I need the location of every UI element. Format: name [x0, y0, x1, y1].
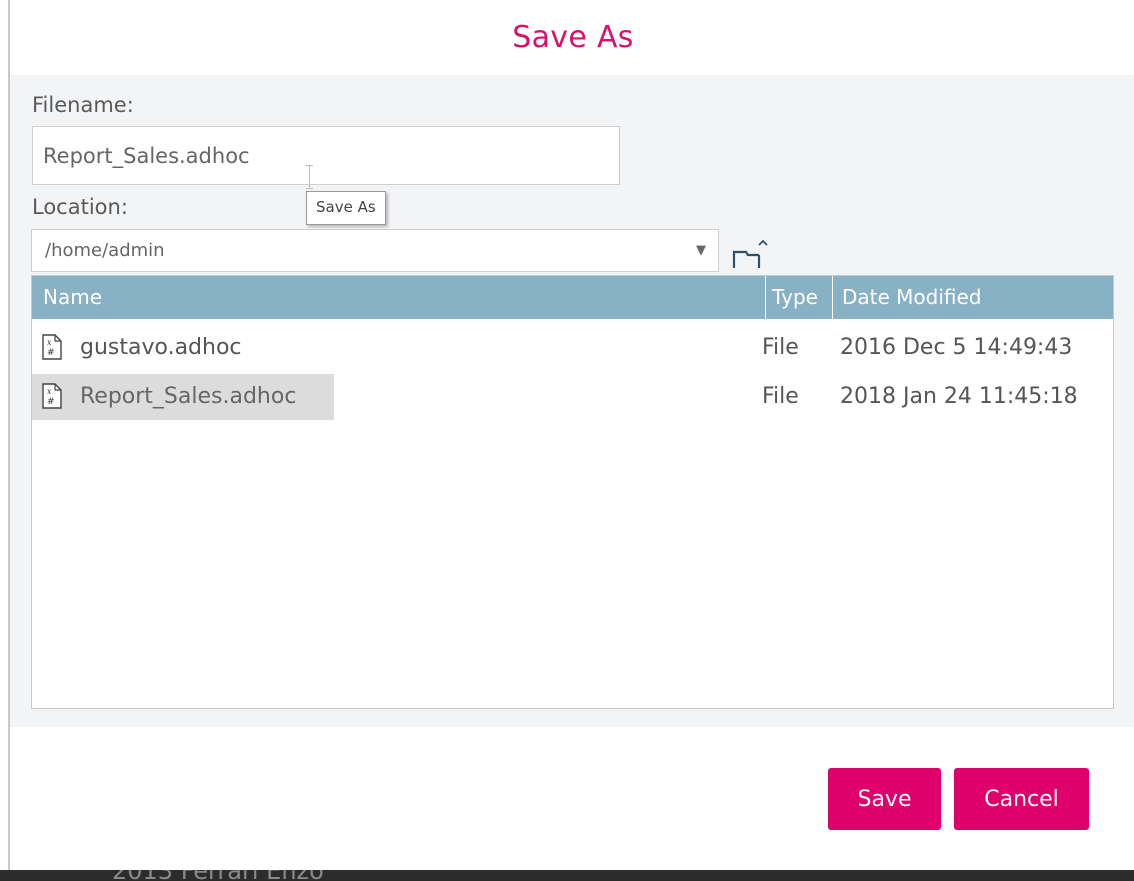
dialog-content: Filename: Save As Location: /home/admin …	[10, 75, 1134, 727]
file-name-cell[interactable]: x # Report_Sales.adhoc	[32, 374, 334, 420]
location-select[interactable]: /home/admin ▼	[31, 229, 719, 272]
filename-label: Filename:	[32, 93, 134, 117]
svg-text:#: #	[47, 348, 55, 358]
column-divider	[832, 276, 833, 319]
file-name: Report_Sales.adhoc	[80, 384, 297, 409]
file-date-modified: 2016 Dec 5 14:49:43	[840, 335, 1073, 360]
background-text: 2013 Ferrari Enzo	[112, 870, 324, 881]
list-header: Name Type Date Modified	[32, 276, 1113, 319]
file-icon: x #	[42, 334, 62, 360]
svg-text:x: x	[47, 338, 52, 347]
file-row[interactable]: x # gustavo.adhoc File 2016 Dec 5 14:49:…	[32, 325, 1113, 371]
column-divider	[765, 276, 766, 319]
save-button[interactable]: Save	[828, 768, 941, 830]
location-value: /home/admin	[45, 240, 165, 261]
dropdown-arrow-icon: ▼	[696, 243, 706, 258]
location-label: Location:	[32, 195, 128, 219]
filename-input[interactable]	[32, 126, 620, 185]
file-row-selected[interactable]: x # Report_Sales.adhoc File 2018 Jan 24 …	[32, 374, 1113, 420]
file-type: File	[762, 335, 799, 360]
file-list: Name Type Date Modified x # gustavo.adho…	[31, 275, 1114, 709]
file-date-modified: 2018 Jan 24 11:45:18	[840, 384, 1078, 409]
file-name: gustavo.adhoc	[80, 335, 242, 360]
up-folder-icon[interactable]	[732, 239, 768, 269]
svg-text:x: x	[47, 387, 52, 396]
column-header-name[interactable]: Name	[43, 276, 102, 319]
tooltip: Save As	[306, 191, 386, 225]
cancel-button[interactable]: Cancel	[954, 768, 1089, 830]
background-page-strip: 2013 Ferrari Enzo	[0, 870, 1134, 881]
text-cursor-icon	[306, 165, 313, 189]
column-header-type[interactable]: Type	[772, 276, 818, 319]
dialog-title: Save As	[512, 20, 634, 55]
save-as-dialog: Save As Filename: Save As Location: /hom…	[8, 0, 1134, 870]
file-type: File	[762, 384, 799, 409]
file-name-cell[interactable]: x # gustavo.adhoc	[32, 325, 242, 371]
svg-text:#: #	[47, 397, 55, 407]
file-icon: x #	[42, 383, 62, 409]
column-header-date-modified[interactable]: Date Modified	[842, 276, 982, 319]
